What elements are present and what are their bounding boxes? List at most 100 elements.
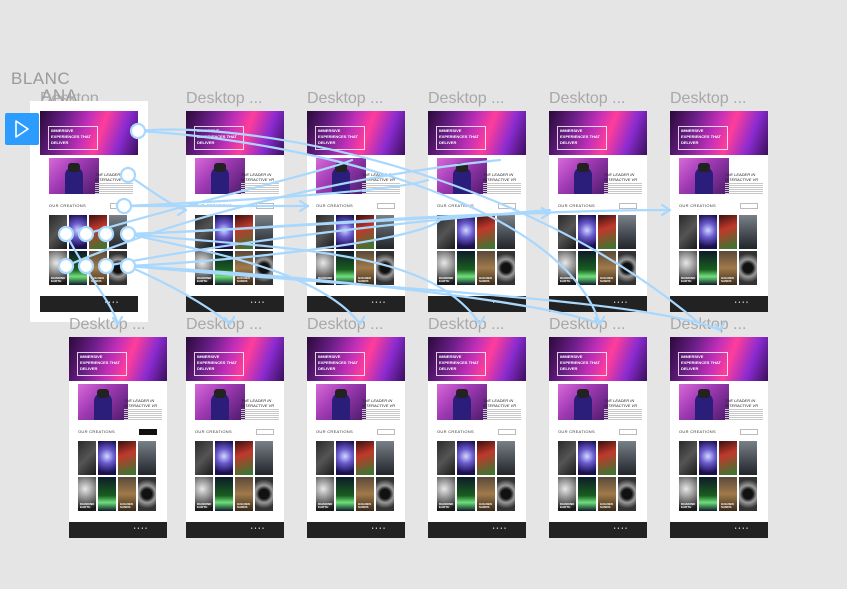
creation-tile[interactable] bbox=[195, 215, 213, 249]
creation-tile[interactable] bbox=[215, 441, 233, 475]
creation-tile[interactable] bbox=[138, 441, 156, 475]
view-all-button[interactable] bbox=[740, 429, 758, 435]
creation-tile[interactable]: DIAMOND EARTH bbox=[316, 477, 334, 511]
creation-tile[interactable] bbox=[618, 215, 636, 249]
creation-tile[interactable] bbox=[558, 441, 576, 475]
social-icons[interactable]: ●●●● bbox=[614, 300, 629, 304]
creation-tile[interactable]: DIAMOND EARTH bbox=[679, 477, 697, 511]
creation-tile[interactable] bbox=[457, 441, 475, 475]
creation-tile[interactable] bbox=[699, 215, 717, 249]
creation-tile[interactable]: GOLDEN SANDS bbox=[89, 251, 107, 285]
creation-tile[interactable] bbox=[376, 477, 394, 511]
creation-tile[interactable] bbox=[739, 215, 757, 249]
creation-tile[interactable] bbox=[98, 441, 116, 475]
view-all-button[interactable] bbox=[256, 203, 274, 209]
creation-tile[interactable]: DIAMOND EARTH bbox=[195, 251, 213, 285]
prototype-canvas[interactable]: BLANC ANA Desktop ... IMMERSIVE EXPERIENC… bbox=[0, 0, 847, 589]
creation-tile[interactable]: GOLDEN SANDS bbox=[719, 477, 737, 511]
creation-tile[interactable]: DIAMOND EARTH bbox=[558, 251, 576, 285]
creation-tile[interactable] bbox=[437, 441, 455, 475]
view-all-button[interactable] bbox=[139, 429, 157, 435]
creation-tile[interactable] bbox=[497, 477, 515, 511]
creation-tile[interactable] bbox=[215, 215, 233, 249]
creation-tile[interactable] bbox=[376, 441, 394, 475]
desktop-frame[interactable]: IMMERSIVE EXPERIENCES THAT DELIVER THE LE… bbox=[549, 111, 647, 312]
frame-label[interactable]: Desktop ... bbox=[549, 316, 647, 334]
creation-tile[interactable] bbox=[336, 215, 354, 249]
creation-tile[interactable] bbox=[578, 215, 596, 249]
creation-tile[interactable] bbox=[598, 215, 616, 249]
social-icons[interactable]: ●●●● bbox=[493, 300, 508, 304]
desktop-frame[interactable]: IMMERSIVE EXPERIENCES THAT DELIVER THE LE… bbox=[307, 111, 405, 312]
creation-tile[interactable] bbox=[138, 477, 156, 511]
social-icons[interactable]: ●●●● bbox=[735, 300, 750, 304]
creation-tile[interactable] bbox=[195, 441, 213, 475]
creation-tile[interactable]: DIAMOND EARTH bbox=[679, 251, 697, 285]
creation-tile[interactable] bbox=[739, 441, 757, 475]
desktop-frame[interactable]: IMMERSIVE EXPERIENCES THAT DELIVER THE LE… bbox=[186, 111, 284, 312]
creation-tile[interactable] bbox=[497, 251, 515, 285]
creation-tile[interactable] bbox=[255, 441, 273, 475]
creation-tile[interactable] bbox=[719, 441, 737, 475]
desktop-frame[interactable]: IMMERSIVE EXPERIENCES THAT DELIVER THE LE… bbox=[186, 337, 284, 538]
frame-label[interactable]: Desktop ... bbox=[428, 316, 526, 334]
frame-label[interactable]: Desktop ... bbox=[40, 90, 138, 108]
creation-tile[interactable] bbox=[477, 441, 495, 475]
creation-tile[interactable] bbox=[118, 441, 136, 475]
frame-label[interactable]: Desktop ... bbox=[307, 90, 405, 108]
creation-tile[interactable]: DIAMOND EARTH bbox=[437, 477, 455, 511]
social-icons[interactable]: ●●●● bbox=[614, 526, 629, 530]
creation-tile[interactable] bbox=[739, 477, 757, 511]
creation-tile[interactable] bbox=[497, 215, 515, 249]
creation-tile[interactable] bbox=[376, 215, 394, 249]
creation-tile[interactable] bbox=[578, 477, 596, 511]
social-icons[interactable]: ●●●● bbox=[372, 300, 387, 304]
creation-tile[interactable] bbox=[618, 477, 636, 511]
social-icons[interactable]: ●●●● bbox=[735, 526, 750, 530]
view-all-button[interactable] bbox=[110, 203, 128, 209]
creation-tile[interactable] bbox=[49, 215, 67, 249]
creation-tile[interactable] bbox=[109, 251, 127, 285]
creation-tile[interactable]: GOLDEN SANDS bbox=[477, 251, 495, 285]
creation-tile[interactable] bbox=[235, 441, 253, 475]
social-icons[interactable]: ●●●● bbox=[105, 300, 120, 304]
view-all-button[interactable] bbox=[619, 429, 637, 435]
social-icons[interactable]: ●●●● bbox=[134, 526, 149, 530]
creation-tile[interactable] bbox=[215, 477, 233, 511]
creation-tile[interactable] bbox=[437, 215, 455, 249]
creation-tile[interactable] bbox=[69, 215, 87, 249]
creation-tile[interactable] bbox=[69, 251, 87, 285]
desktop-frame[interactable]: IMMERSIVE EXPERIENCES THAT DELIVER THE LE… bbox=[549, 337, 647, 538]
frame-label[interactable]: Desktop ... bbox=[186, 90, 284, 108]
creation-tile[interactable] bbox=[316, 441, 334, 475]
creation-tile[interactable]: GOLDEN SANDS bbox=[118, 477, 136, 511]
desktop-frame[interactable]: IMMERSIVE EXPERIENCES THAT DELIVER THE LE… bbox=[428, 337, 526, 538]
desktop-frame[interactable]: IMMERSIVE EXPERIENCES THAT DELIVER THE LE… bbox=[69, 337, 167, 538]
creation-tile[interactable]: DIAMOND EARTH bbox=[316, 251, 334, 285]
creation-tile[interactable] bbox=[316, 215, 334, 249]
frame-label[interactable]: Desktop ... bbox=[549, 90, 647, 108]
creation-tile[interactable] bbox=[336, 251, 354, 285]
creation-tile[interactable] bbox=[578, 441, 596, 475]
creation-tile[interactable] bbox=[89, 215, 107, 249]
creation-tile[interactable] bbox=[699, 251, 717, 285]
social-icons[interactable]: ●●●● bbox=[493, 526, 508, 530]
frame-label[interactable]: Desktop ... bbox=[670, 316, 768, 334]
desktop-frame[interactable]: IMMERSIVE EXPERIENCES THAT DELIVER THE LE… bbox=[40, 111, 138, 312]
creation-tile[interactable] bbox=[356, 215, 374, 249]
view-all-button[interactable] bbox=[619, 203, 637, 209]
frame-label[interactable]: Desktop ... bbox=[670, 90, 768, 108]
view-all-button[interactable] bbox=[740, 203, 758, 209]
creation-tile[interactable] bbox=[739, 251, 757, 285]
creation-tile[interactable] bbox=[457, 477, 475, 511]
creation-tile[interactable] bbox=[598, 441, 616, 475]
desktop-frame[interactable]: IMMERSIVE EXPERIENCES THAT DELIVER THE LE… bbox=[428, 111, 526, 312]
desktop-frame[interactable]: IMMERSIVE EXPERIENCES THAT DELIVER THE LE… bbox=[307, 337, 405, 538]
view-all-button[interactable] bbox=[377, 203, 395, 209]
creation-tile[interactable]: GOLDEN SANDS bbox=[356, 477, 374, 511]
creation-tile[interactable] bbox=[109, 215, 127, 249]
creation-tile[interactable]: GOLDEN SANDS bbox=[477, 477, 495, 511]
view-all-button[interactable] bbox=[377, 429, 395, 435]
creation-tile[interactable]: DIAMOND EARTH bbox=[195, 477, 213, 511]
frame-label[interactable]: Desktop ... bbox=[186, 316, 284, 334]
